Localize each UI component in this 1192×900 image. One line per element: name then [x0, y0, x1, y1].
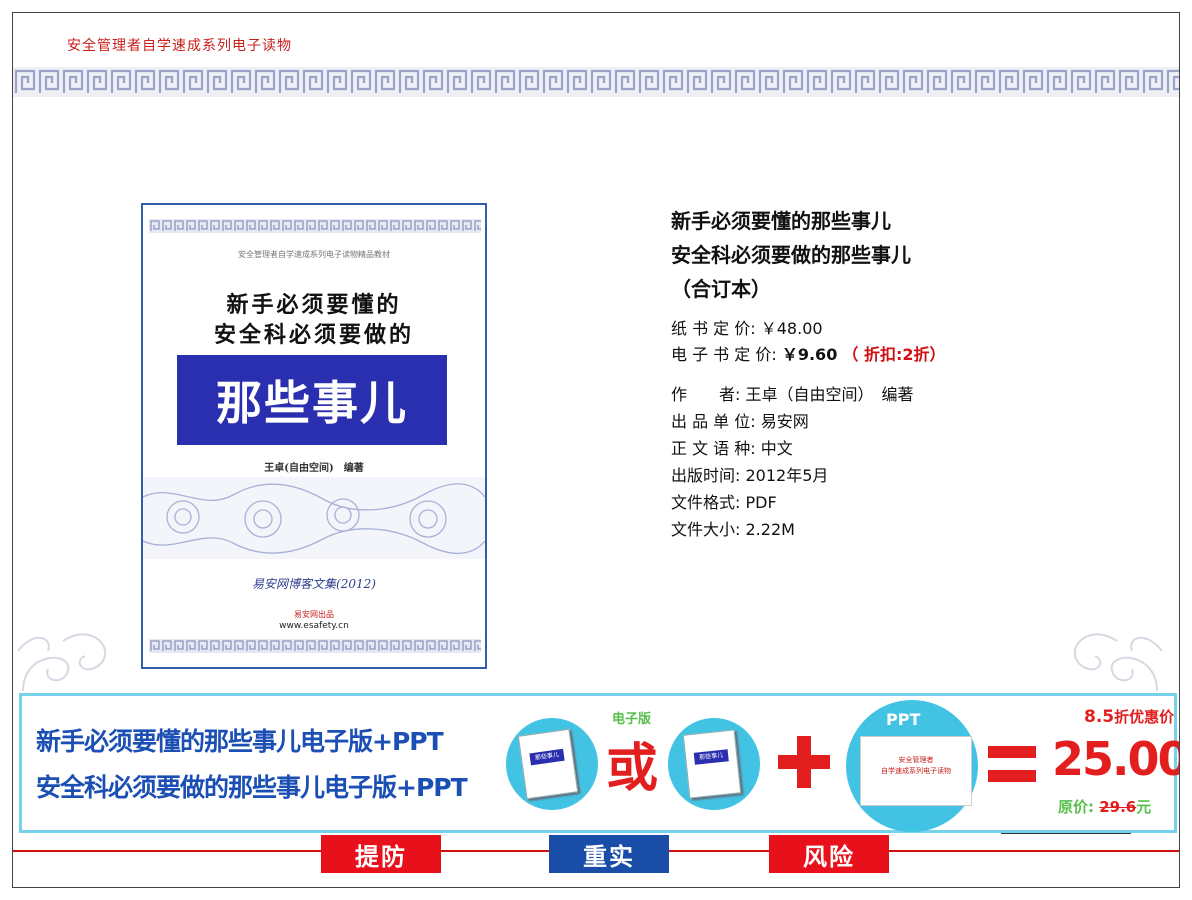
info-label: 正 文 语 种:: [671, 439, 756, 458]
ebook-thumbnail-1: 那些事儿: [517, 728, 579, 800]
cover-top-band: [149, 219, 481, 233]
info-value: 王卓（自由空间） 编著: [745, 385, 914, 404]
ppt-tag: PPT: [886, 710, 921, 729]
original-price: 原价: 29.6元: [1058, 796, 1151, 817]
paper-price-row: 纸 书 定 价: ￥48.00: [671, 315, 823, 339]
discount-text: （ 折扣:2折）: [842, 345, 946, 364]
info-label: 文件格式:: [671, 493, 741, 512]
promo-banner[interactable]: 新手必须要懂的那些事儿电子版+PPT 安全科必须要做的那些事儿电子版+PPT 那…: [19, 693, 1180, 833]
ebook-tag: 电子版: [612, 712, 652, 727]
sale-price: 25.00元: [1052, 732, 1180, 786]
ebook-price-row: 电 子 书 定 价: ￥9.60 （ 折扣:2折）: [671, 341, 946, 365]
paper-price-value: ￥48.00: [760, 319, 823, 338]
info-value: 2.22M: [745, 520, 795, 539]
ppt-card-line1: 安全管理者: [898, 756, 934, 764]
series-title: 安全管理者自学速成系列电子读物: [67, 38, 292, 54]
or-text: 或: [606, 738, 659, 799]
book-title-line1: 新手必须要懂的那些事儿: [671, 209, 891, 233]
info-value: 中文: [760, 439, 793, 458]
deal-text: 折优惠价: [1114, 708, 1175, 726]
book-cover: 安全管理者自学速成系列电子读物精品教材 新手必须要懂的 安全科必须要做的 那些事…: [141, 203, 487, 669]
cover-author: 王卓(自由空间) 编著: [264, 463, 364, 474]
divider: [1001, 833, 1131, 834]
info-value: 2012年5月: [745, 466, 829, 485]
swirl-ornament-left: [17, 633, 107, 692]
cover-publisher: 易安网出品: [294, 610, 334, 619]
info-label: 文件大小:: [671, 520, 741, 539]
plus-icon: [778, 736, 830, 788]
info-row: 文件大小: 2.22M: [671, 516, 795, 540]
original-price-value: 29.6: [1099, 798, 1137, 816]
info-row: 出版时间: 2012年5月: [671, 462, 828, 486]
info-row: 出 品 单 位: 易安网: [671, 408, 809, 432]
cover-collection: 易安网博客文集(2012): [252, 577, 376, 591]
cover-url: www.esafety.cn: [279, 621, 349, 631]
original-price-label: 原价:: [1058, 798, 1094, 816]
ebook-price-value: ￥9.60: [781, 345, 838, 364]
info-row: 作 者: 王卓（自由空间） 编著: [671, 381, 914, 405]
info-value: PDF: [745, 493, 777, 512]
page-frame: 安全管理者自学速成系列电子读物 安全管理者自学速成系列电子读物精品教材 新手必须…: [12, 12, 1180, 888]
cover-floral-band: [143, 477, 485, 559]
equals-icon: [988, 746, 1036, 782]
ebook-thumbnail-2: 那些事儿: [682, 729, 742, 799]
deal-label: 8.5折优惠价: [1084, 706, 1174, 727]
book-title-line2: 安全科必须要做的那些事儿: [671, 243, 911, 267]
cover-bottom-band: [149, 639, 481, 653]
info-label: 作 者:: [671, 385, 741, 404]
cover-main-title: 那些事儿: [177, 355, 447, 445]
info-value: 易安网: [760, 412, 809, 431]
promo-line1: 新手必须要懂的那些事儿电子版+PPT: [36, 727, 444, 756]
deal-number: 8.5: [1084, 707, 1115, 727]
book-title-edition: （合订本）: [671, 277, 771, 301]
info-label: 出 品 单 位:: [671, 412, 756, 431]
original-price-unit: 元: [1136, 798, 1152, 816]
cover-title-line2: 安全科必须要做的: [213, 322, 414, 348]
sale-price-value: 25.00: [1052, 732, 1180, 786]
footer-tag-tifang: 提防: [321, 835, 441, 873]
ppt-card-line2: 自学速成系列电子读物: [881, 767, 951, 775]
cover-title-line1: 新手必须要懂的: [226, 292, 402, 318]
meander-border: [13, 67, 1179, 97]
cover-series-text: 安全管理者自学速成系列电子读物精品教材: [238, 250, 390, 259]
info-label: 出版时间:: [671, 466, 741, 485]
ppt-thumbnail: 安全管理者 自学速成系列电子读物: [860, 736, 972, 806]
info-row: 文件格式: PDF: [671, 489, 777, 513]
info-row: 正 文 语 种: 中文: [671, 435, 793, 459]
footer-tag-zhongshi: 重实: [549, 835, 669, 873]
ebook-price-label: 电 子 书 定 价:: [671, 345, 777, 364]
swirl-ornament-right: [1073, 633, 1163, 692]
promo-line2: 安全科必须要做的那些事儿电子版+PPT: [36, 773, 468, 802]
footer-tag-fengxian: 风险: [769, 835, 889, 873]
paper-price-label: 纸 书 定 价:: [671, 319, 756, 338]
